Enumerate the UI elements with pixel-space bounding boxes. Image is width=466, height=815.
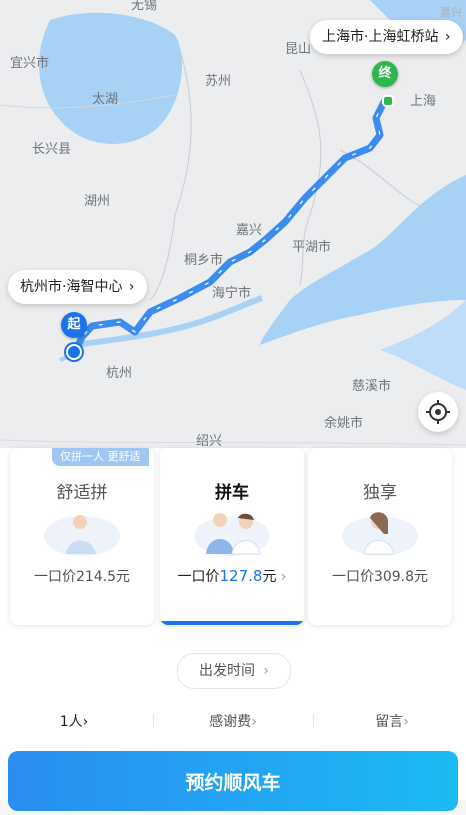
ride-option-carpool[interactable]: 拼车 一口价127.8元 › (160, 448, 304, 625)
couple-illustration-icon (194, 513, 270, 556)
passenger-count-label: 1人 (59, 714, 83, 730)
chevron-right-icon: › (280, 569, 287, 585)
locate-icon (426, 400, 450, 424)
ride-option-comfort-carpool[interactable]: 仅拼一人 更舒适 舒适拼 一口价214.5元 (10, 448, 154, 625)
price-value: 127.8 (219, 567, 263, 585)
ride-option-price: 一口价214.5元 (10, 566, 154, 586)
map-label-yuyao: 余姚市 (324, 416, 364, 431)
ride-option-price: 一口价309.8元 (308, 566, 452, 586)
destination-pin: 终 (372, 61, 398, 87)
locate-button[interactable] (418, 392, 458, 432)
map-label-taihu: 太湖 (92, 92, 119, 107)
map-label-shanghai: 上海 (410, 94, 437, 109)
ride-option-title: 舒适拼 (56, 483, 108, 503)
current-location-icon (66, 344, 82, 360)
map-label-shaoxing: 绍兴 (196, 434, 223, 449)
price-prefix: 一口价 (33, 569, 76, 585)
price-value: 309.8 (373, 569, 415, 585)
passenger-illustration-icon (44, 515, 120, 556)
chevron-right-icon: › (82, 714, 89, 730)
tip-label: 感谢费 (209, 714, 252, 730)
map-label-hangzhou: 杭州 (106, 366, 133, 381)
book-ride-button[interactable]: 预约顺风车 (8, 751, 458, 811)
promo-badge: 仅拼一人 更舒适 (52, 448, 149, 466)
chevron-right-icon: › (444, 29, 451, 45)
map-label-cixi: 慈溪市 (352, 379, 392, 394)
map-label-jiaxing: 嘉兴 (236, 223, 263, 238)
map-label-yixing: 宜兴市 (10, 56, 50, 71)
bottom-sheet: 仅拼一人 更舒适 舒适拼 一口价214.5元 拼车 一口价127.8元 › 独享 (0, 448, 466, 811)
ride-option-price: 一口价127.8元 › (160, 566, 304, 586)
price-unit: 元 (262, 569, 277, 585)
chevron-right-icon: › (403, 714, 409, 730)
map-label-changxing: 长兴县 (32, 142, 72, 157)
chevron-right-icon: › (263, 663, 270, 679)
destination-name: 上海市·上海虹桥站 (322, 29, 439, 45)
ride-option-title: 拼车 (215, 483, 249, 503)
divider (153, 714, 154, 728)
map-label-pinghu: 平湖市 (292, 240, 332, 255)
price-prefix: 一口价 (177, 569, 220, 585)
map-label-huzhou: 湖州 (84, 194, 111, 209)
selected-indicator (160, 621, 304, 625)
price-unit: 元 (116, 569, 131, 585)
chevron-right-icon: › (128, 279, 135, 295)
chevron-right-icon: › (251, 714, 257, 730)
destination-pin-label: 终 (378, 66, 392, 81)
message-label: 留言 (375, 714, 404, 730)
map-view[interactable]: 无锡 宜兴市 昆山 上海 苏州 太湖 长兴县 湖州 嘉兴 平湖市 桐乡市 海宁市… (0, 0, 466, 520)
destination-bubble[interactable]: 上海市·上海虹桥站 › (310, 20, 463, 54)
divider (313, 714, 314, 728)
tip-option[interactable]: 感谢费› (183, 711, 283, 731)
passenger-illustration-icon (342, 512, 418, 556)
price-unit: 元 (414, 569, 429, 585)
map-label-kunshan: 昆山 (285, 42, 312, 57)
price-value: 214.5 (75, 569, 117, 585)
map-label-edge-top-right: 嘉兴 (440, 6, 462, 19)
origin-bubble[interactable]: 杭州市·海智中心 › (8, 270, 147, 304)
departure-time-label: 出发时间 (198, 663, 255, 679)
destination-dot-icon (382, 95, 394, 107)
origin-name: 杭州市·海智中心 (20, 279, 123, 295)
origin-pin-label: 起 (67, 317, 81, 332)
map-label-suzhou: 苏州 (205, 74, 232, 89)
ride-option-exclusive[interactable]: 独享 一口价309.8元 (308, 448, 452, 625)
departure-time-button[interactable]: 出发时间 › (177, 653, 291, 689)
origin-pin: 起 (61, 312, 87, 338)
map-label-haining: 海宁市 (212, 286, 252, 301)
message-option[interactable]: 留言› (342, 711, 442, 731)
map-label-tongxiang: 桐乡市 (184, 253, 224, 268)
passenger-count-option[interactable]: 1人› (24, 711, 124, 731)
ride-option-title: 独享 (363, 483, 397, 503)
map-label-wuxi: 无锡 (131, 0, 158, 13)
price-prefix: 一口价 (331, 569, 374, 585)
